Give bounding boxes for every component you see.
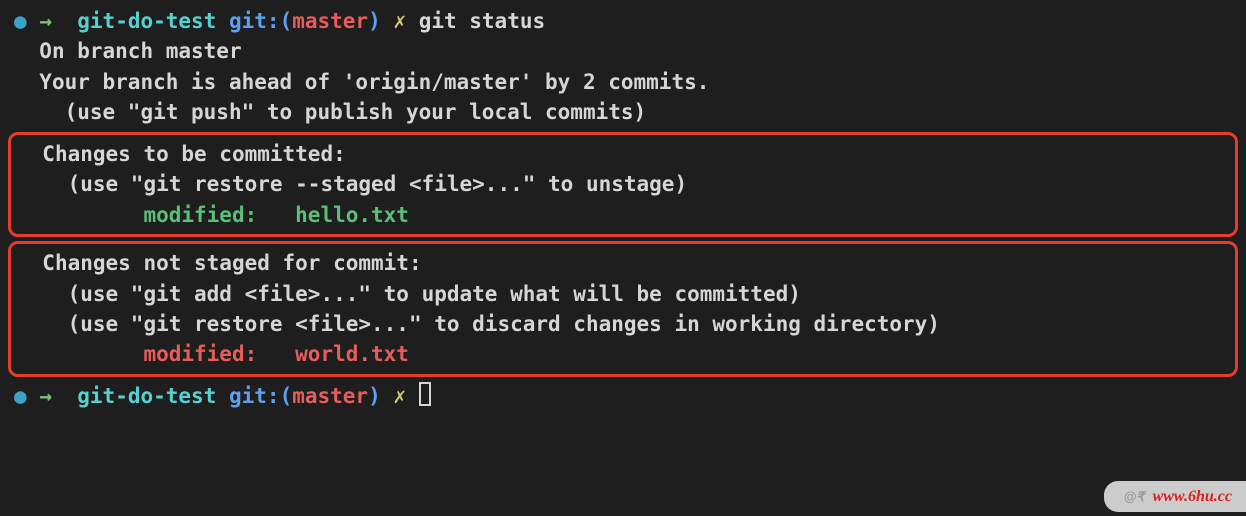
dirty-icon: ✗ xyxy=(393,384,406,408)
watermark-text: www.6hu.cc xyxy=(1153,485,1232,508)
branch-name: master xyxy=(292,384,368,408)
unstaged-hint-restore: (use "git restore <file>..." to discard … xyxy=(11,309,1235,339)
output-ahead: Your branch is ahead of 'origin/master' … xyxy=(0,67,1246,97)
git-close: ) xyxy=(368,384,381,408)
git-close: ) xyxy=(368,9,381,33)
output-on-branch: On branch master xyxy=(0,36,1246,66)
staged-changes-box: Changes to be committed: (use "git resto… xyxy=(8,132,1238,237)
unstaged-header: Changes not staged for commit: xyxy=(11,248,1235,278)
watermark: @₹ www.6hu.cc xyxy=(1104,481,1246,512)
arrow-icon: → xyxy=(39,9,52,33)
command-text: git status xyxy=(419,9,545,33)
dirty-icon: ✗ xyxy=(393,9,406,33)
staged-file: modified: hello.txt xyxy=(11,200,1235,230)
branch-name: master xyxy=(292,9,368,33)
unstaged-file: modified: world.txt xyxy=(11,339,1235,369)
arrow-icon: → xyxy=(39,384,52,408)
git-label: git:( xyxy=(229,9,292,33)
status-bullet-icon: ● xyxy=(14,384,27,408)
staged-hint: (use "git restore --staged <file>..." to… xyxy=(11,169,1235,199)
cwd-label: git-do-test xyxy=(77,9,216,33)
unstaged-changes-box: Changes not staged for commit: (use "git… xyxy=(8,241,1238,377)
staged-header: Changes to be committed: xyxy=(11,139,1235,169)
cwd-label: git-do-test xyxy=(77,384,216,408)
status-bullet-icon: ● xyxy=(14,9,27,33)
git-label: git:( xyxy=(229,384,292,408)
output-push-hint: (use "git push" to publish your local co… xyxy=(0,97,1246,127)
unstaged-hint-add: (use "git add <file>..." to update what … xyxy=(11,279,1235,309)
watermark-at: @₹ xyxy=(1124,488,1145,507)
prompt-line-2[interactable]: ● → git-do-test git:(master) ✗ xyxy=(0,381,1246,411)
cursor-icon xyxy=(419,382,431,406)
prompt-line-1[interactable]: ● → git-do-test git:(master) ✗ git statu… xyxy=(0,6,1246,36)
